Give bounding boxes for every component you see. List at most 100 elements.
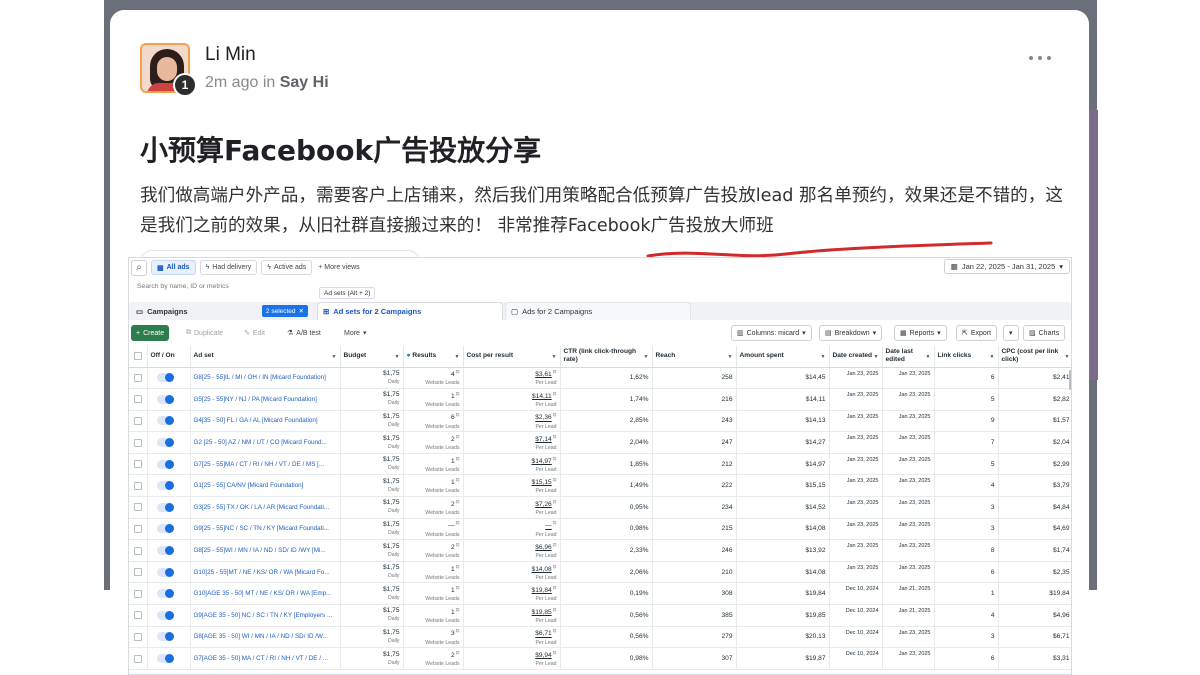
column-header[interactable]: Link clicks ▼ [934,346,999,368]
toggle-cell[interactable] [147,496,191,519]
row-checkbox[interactable] [133,654,142,663]
delivery-toggle[interactable] [156,416,174,426]
budget-cell[interactable]: $1,75 Daily [340,539,404,562]
delivery-toggle[interactable] [156,632,174,642]
row-checkbox[interactable] [133,460,142,469]
row-select-cell[interactable] [129,474,148,498]
column-header[interactable]: Amount spent ▼ [736,346,830,368]
duplicate-button[interactable]: ⧉ Duplicate [181,325,228,341]
budget-cell[interactable]: $1,75 Daily [340,474,404,498]
toggle-cell[interactable] [147,453,191,476]
toggle-cell[interactable] [147,647,191,670]
adset-name-cell[interactable]: G10[AGE 35 - 50] MT / NE / KS/ OR / WA [… [190,582,341,606]
toggle-cell[interactable] [147,474,191,498]
table-row[interactable]: G10[AGE 35 - 50] MT / NE / KS/ OR / WA [… [129,582,1071,606]
row-select-cell[interactable] [129,367,148,390]
column-header[interactable]: Reach ▼ [652,346,737,368]
adset-name-cell[interactable]: G8[25 - 55]IL / MI / OH / IN [Micard Fou… [190,367,341,390]
budget-cell[interactable]: $1,75 Daily [340,431,404,454]
adset-name-cell[interactable]: G1[25 - 55] CA/NV [Micard Foundation] [190,474,341,498]
table-row[interactable]: G2 [25 - 50] AZ / NM / UT / CO [Micard F… [129,431,1071,454]
search-input[interactable]: Search by name, ID or metrics [137,283,437,290]
columns-button[interactable]: ▥ Columns: micard ▾ [731,325,812,341]
column-header[interactable]: Budget ▼ [340,346,404,368]
column-header[interactable]: Cost per result ▼ [463,346,561,368]
table-scrollbar[interactable] [1069,370,1071,390]
filter-had-delivery[interactable]: ϟ Had delivery [199,260,258,275]
adset-name-link[interactable]: G3[25 - 55] TX / OK / LA / AR [Micard Fo… [194,504,337,511]
adset-name-cell[interactable]: G8[AGE 35 - 50] WI / MN / IA / ND / SD/ … [190,626,341,649]
adset-name-cell[interactable]: G7[25 - 55]MA / CT / RI / NH / VT / DE /… [190,453,341,476]
table-row[interactable]: G7[25 - 55]MA / CT / RI / NH / VT / DE /… [129,453,1071,476]
adset-name-cell[interactable]: G10[25 - 55]MT / NE / KS/ OR / WA [Micar… [190,561,341,584]
adset-name-link[interactable]: G8[25 - 55]IL / MI / OH / IN [Micard Fou… [194,374,337,381]
search-icon[interactable]: ⌕ [131,259,147,276]
filter-all-ads[interactable]: ▦ All ads [151,260,196,275]
row-select-cell[interactable] [129,539,148,562]
adset-name-link[interactable]: G8[AGE 35 - 50] WI / MN / IA / ND / SD/ … [194,633,337,640]
budget-cell[interactable]: $1,75 Daily [340,388,404,411]
delivery-toggle[interactable] [156,502,174,512]
ab-test-button[interactable]: ⚗ A/B test [282,325,326,341]
tab-campaigns[interactable]: ▭ Campaigns 2 selected ✕ [131,302,316,320]
row-select-cell[interactable] [129,518,148,541]
row-checkbox[interactable] [133,568,142,577]
table-row[interactable]: G9[AGE 35 - 50] NC / SC / TN / KY [Emplo… [129,604,1071,627]
adset-name-cell[interactable]: G9[25 - 55]NC / SC / TN / KY [Micard Fou… [190,518,341,541]
adset-name-link[interactable]: G7[AGE 35 - 50] MA / CT / RI / NH / VT /… [194,655,337,662]
budget-cell[interactable]: $1,75 Daily [340,496,404,519]
create-button[interactable]: + Create [131,325,170,341]
budget-cell[interactable]: $1,75 Daily [340,582,404,606]
row-select-cell[interactable] [129,582,148,606]
adset-name-link[interactable]: G8[25 - 55]WI / MN / IA / ND / SD/ ID /W… [194,547,337,554]
select-all-cell[interactable] [129,346,148,368]
tab-adsets[interactable]: ⊞ Ad sets for 2 Campaigns [317,302,503,320]
reports-button[interactable]: ▦ Reports ▾ [894,325,947,341]
row-select-cell[interactable] [129,647,148,670]
budget-cell[interactable]: $1,75 Daily [340,410,404,433]
delivery-toggle[interactable] [156,394,174,404]
adset-name-cell[interactable]: G4[35 - 50] FL / GA / AL [Micard Foundat… [190,410,341,433]
column-header[interactable]: CTR (link click-through rate) ▼ [560,346,653,368]
adset-name-link[interactable]: G10[AGE 35 - 50] MT / NE / KS/ OR / WA [… [194,590,337,597]
select-all-checkbox[interactable] [133,352,142,361]
column-header[interactable]: CPC (cost per link click) ▼ [998,346,1071,368]
adset-name-cell[interactable]: G7[AGE 35 - 50] MA / CT / RI / NH / VT /… [190,647,341,670]
edit-button[interactable]: ✎ Edit [239,325,270,341]
adset-name-cell[interactable]: G9[AGE 35 - 50] NC / SC / TN / KY [Emplo… [190,604,341,627]
author-name[interactable]: Li Min [205,44,256,66]
adset-name-link[interactable]: G9[AGE 35 - 50] NC / SC / TN / KY [Emplo… [194,612,337,619]
budget-cell[interactable]: $1,75 Daily [340,367,404,390]
table-row[interactable]: G7[AGE 35 - 50] MA / CT / RI / NH / VT /… [129,647,1071,670]
row-checkbox[interactable] [133,481,142,490]
filter-active-ads[interactable]: ϟ Active ads [261,260,313,275]
toggle-cell[interactable] [147,388,191,411]
row-select-cell[interactable] [129,561,148,584]
row-checkbox[interactable] [133,524,142,533]
table-row[interactable]: G10[25 - 55]MT / NE / KS/ OR / WA [Micar… [129,561,1071,584]
delivery-toggle[interactable] [156,567,174,577]
row-select-cell[interactable] [129,453,148,476]
row-checkbox[interactable] [133,395,142,404]
row-checkbox[interactable] [133,503,142,512]
adset-name-link[interactable]: G7[25 - 55]MA / CT / RI / NH / VT / DE /… [194,461,337,468]
tab-ads[interactable]: ▢ Ads for 2 Campaigns [505,302,691,320]
breakdown-button[interactable]: ▤ Breakdown ▾ [819,325,883,341]
row-select-cell[interactable] [129,410,148,433]
column-header[interactable]: ● Results ▼ [403,346,464,368]
row-select-cell[interactable] [129,388,148,411]
toggle-cell[interactable] [147,410,191,433]
budget-cell[interactable]: $1,75 Daily [340,604,404,627]
export-button[interactable]: ⇱ Export [956,325,998,341]
toggle-cell[interactable] [147,604,191,627]
delivery-toggle[interactable] [156,524,174,534]
table-row[interactable]: G8[25 - 55]WI / MN / IA / ND / SD/ ID /W… [129,539,1071,562]
budget-cell[interactable]: $1,75 Daily [340,453,404,476]
toggle-cell[interactable] [147,582,191,606]
toggle-cell[interactable] [147,561,191,584]
row-checkbox[interactable] [133,416,142,425]
table-row[interactable]: G8[AGE 35 - 50] WI / MN / IA / ND / SD/ … [129,626,1071,649]
close-icon[interactable]: ✕ [299,307,304,315]
table-row[interactable]: G1[25 - 55] CA/NV [Micard Foundation] $1… [129,474,1071,498]
adset-name-cell[interactable]: G8[25 - 55]WI / MN / IA / ND / SD/ ID /W… [190,539,341,562]
